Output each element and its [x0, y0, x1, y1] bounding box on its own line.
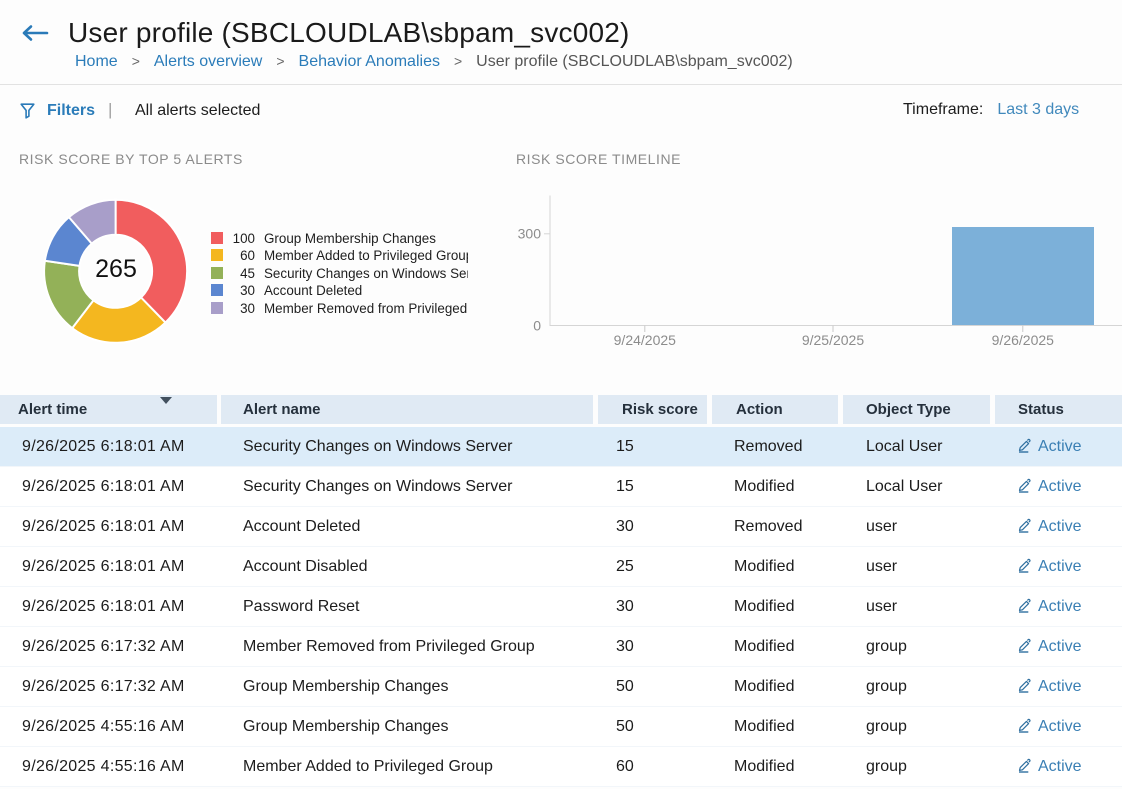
svg-text:9/26/2025: 9/26/2025 — [992, 332, 1054, 348]
svg-text:0: 0 — [533, 318, 541, 334]
svg-text:9/24/2025: 9/24/2025 — [614, 332, 676, 348]
svg-text:9/25/2025: 9/25/2025 — [802, 332, 864, 348]
svg-text:300: 300 — [518, 226, 542, 242]
